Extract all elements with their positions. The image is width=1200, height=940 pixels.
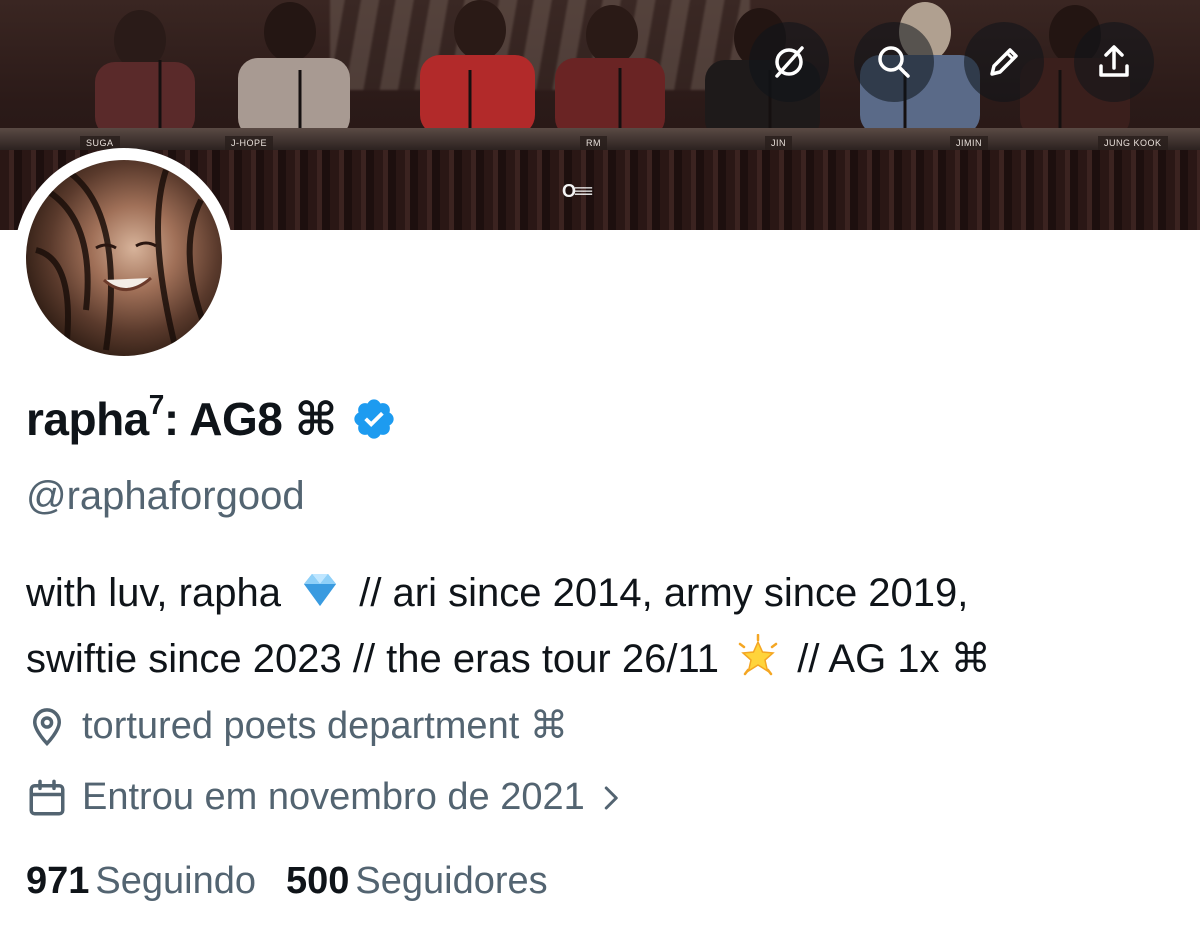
following-label: Seguindo [95,860,256,902]
location-text: tortured poets department ⌘ [82,705,568,747]
unfollow-icon [775,46,804,78]
bio-line: swiftie since 2023 // the eras tour 26/1… [26,626,1176,692]
edit-button[interactable] [964,22,1044,102]
display-name: rapha 7: AG8 ⌘ [26,389,397,446]
share-icon [1099,45,1129,77]
gem-emoji-icon [304,574,337,606]
bio-line: with luv, rapha // ari since 2014, army … [26,560,1176,626]
banner-logo: O≡≡ [562,181,593,201]
followers-count: 500 [286,860,350,902]
joined-text: Entrou em novembro de 2021 [82,776,585,818]
followers-link[interactable]: 500 Seguidores [286,860,548,903]
edit-icon [990,48,1018,76]
followers-label: Seguidores [355,860,548,902]
profile-stats: 971 Seguindo 500 Seguidores [26,860,578,903]
nameplate: J-HOPE [225,136,274,150]
bio-text: with luv, rapha [26,571,281,615]
search-icon [878,46,910,78]
avatar-container[interactable] [14,148,234,368]
following-link[interactable]: 971 Seguindo [26,860,256,903]
glowing-star-emoji-icon [738,634,778,676]
location-pin-icon [32,707,62,746]
user-handle: @raphaforgood [26,474,305,518]
profile-joined-date[interactable]: Entrou em novembro de 2021 [26,776,639,819]
profile-bio: with luv, rapha // ari since 2014, army … [26,560,1176,692]
nameplate: JUNG KOOK [1098,136,1168,150]
nameplate: JIMIN [950,136,988,150]
search-button[interactable] [854,22,934,102]
calendar-icon [29,779,65,815]
bio-text: // ari since 2014, army since 2019, [359,571,969,615]
following-count: 971 [26,860,90,902]
bio-text: // AG 1x ⌘ [797,637,991,681]
display-name-suffix: : AG8 ⌘ [163,393,337,445]
avatar[interactable] [26,160,222,356]
bio-text: swiftie since 2023 // the eras tour 26/1… [26,637,719,681]
chevron-right-icon [604,786,618,809]
nameplate: JIN [765,136,792,150]
unfollow-button[interactable] [749,22,829,102]
share-button[interactable] [1074,22,1154,102]
display-name-superscript: 7 [148,389,165,420]
verified-badge-icon[interactable] [351,396,397,442]
avatar-photo [35,167,209,351]
nameplate: RM [580,136,607,150]
profile-location: tortured poets department ⌘ [26,703,568,748]
display-name-text: rapha [26,393,149,445]
